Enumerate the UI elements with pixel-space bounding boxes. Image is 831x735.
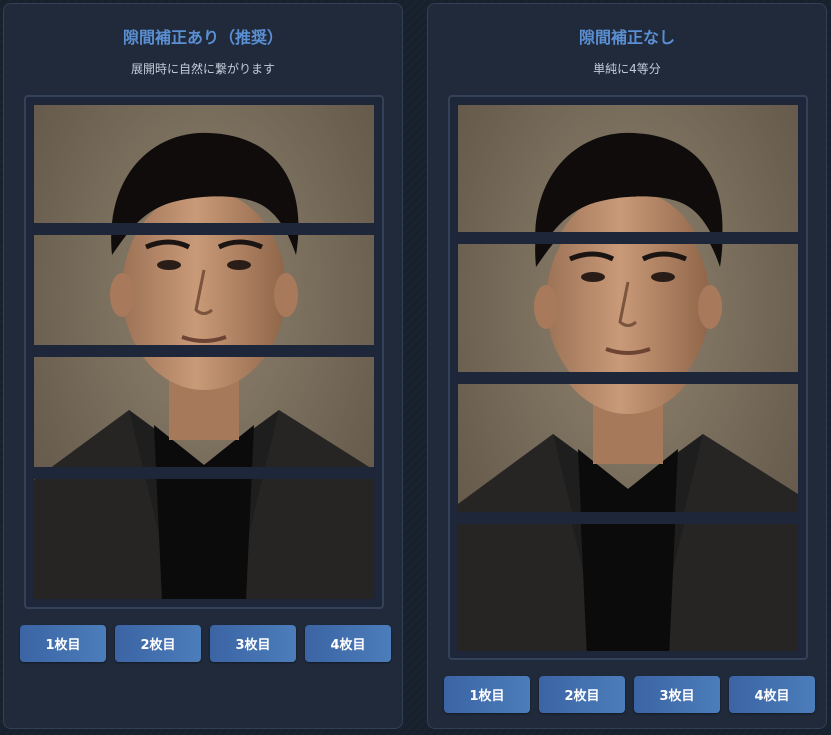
slice-3-button[interactable]: 3枚目 [634, 676, 720, 713]
portrait-image [458, 384, 798, 512]
slice-4 [458, 524, 798, 651]
portrait-image [34, 479, 374, 599]
panel-subtitle: 単純に4等分 [593, 62, 661, 76]
slice-4-button[interactable]: 4枚目 [729, 676, 815, 713]
panel-with-gap-correction: 隙間補正あり（推奨） 展開時に自然に繋がります 1枚目 2枚目 3枚目 4枚目 [3, 3, 403, 729]
slice-2 [458, 244, 798, 372]
split-preview-frame [448, 95, 808, 660]
slice-button-row: 1枚目 2枚目 3枚目 4枚目 [20, 625, 391, 662]
slice-1 [34, 105, 374, 223]
slice-4 [34, 479, 374, 599]
portrait-image [458, 244, 798, 372]
portrait-image [458, 105, 798, 232]
portrait-image [458, 524, 798, 651]
slice-1-button[interactable]: 1枚目 [444, 676, 530, 713]
slice-1 [458, 105, 798, 232]
panel-title: 隙間補正なし [578, 28, 675, 47]
slice-2-button[interactable]: 2枚目 [539, 676, 625, 713]
slice-2-button[interactable]: 2枚目 [115, 625, 201, 662]
portrait-image [34, 105, 374, 223]
slice-3-button[interactable]: 3枚目 [210, 625, 296, 662]
panel-subtitle: 展開時に自然に繋がります [130, 62, 275, 76]
slice-1-button[interactable]: 1枚目 [20, 625, 106, 662]
slice-2 [34, 235, 374, 345]
split-preview-frame [24, 95, 384, 609]
panel-title: 隙間補正あり（推奨） [122, 28, 283, 47]
slice-4-button[interactable]: 4枚目 [305, 625, 391, 662]
portrait-image [34, 235, 374, 345]
panel-without-gap-correction: 隙間補正なし 単純に4等分 1枚目 2枚目 3枚目 4枚目 [427, 3, 827, 729]
slice-button-row: 1枚目 2枚目 3枚目 4枚目 [444, 676, 815, 713]
slice-3 [34, 357, 374, 467]
slice-3 [458, 384, 798, 512]
portrait-image [34, 357, 374, 467]
